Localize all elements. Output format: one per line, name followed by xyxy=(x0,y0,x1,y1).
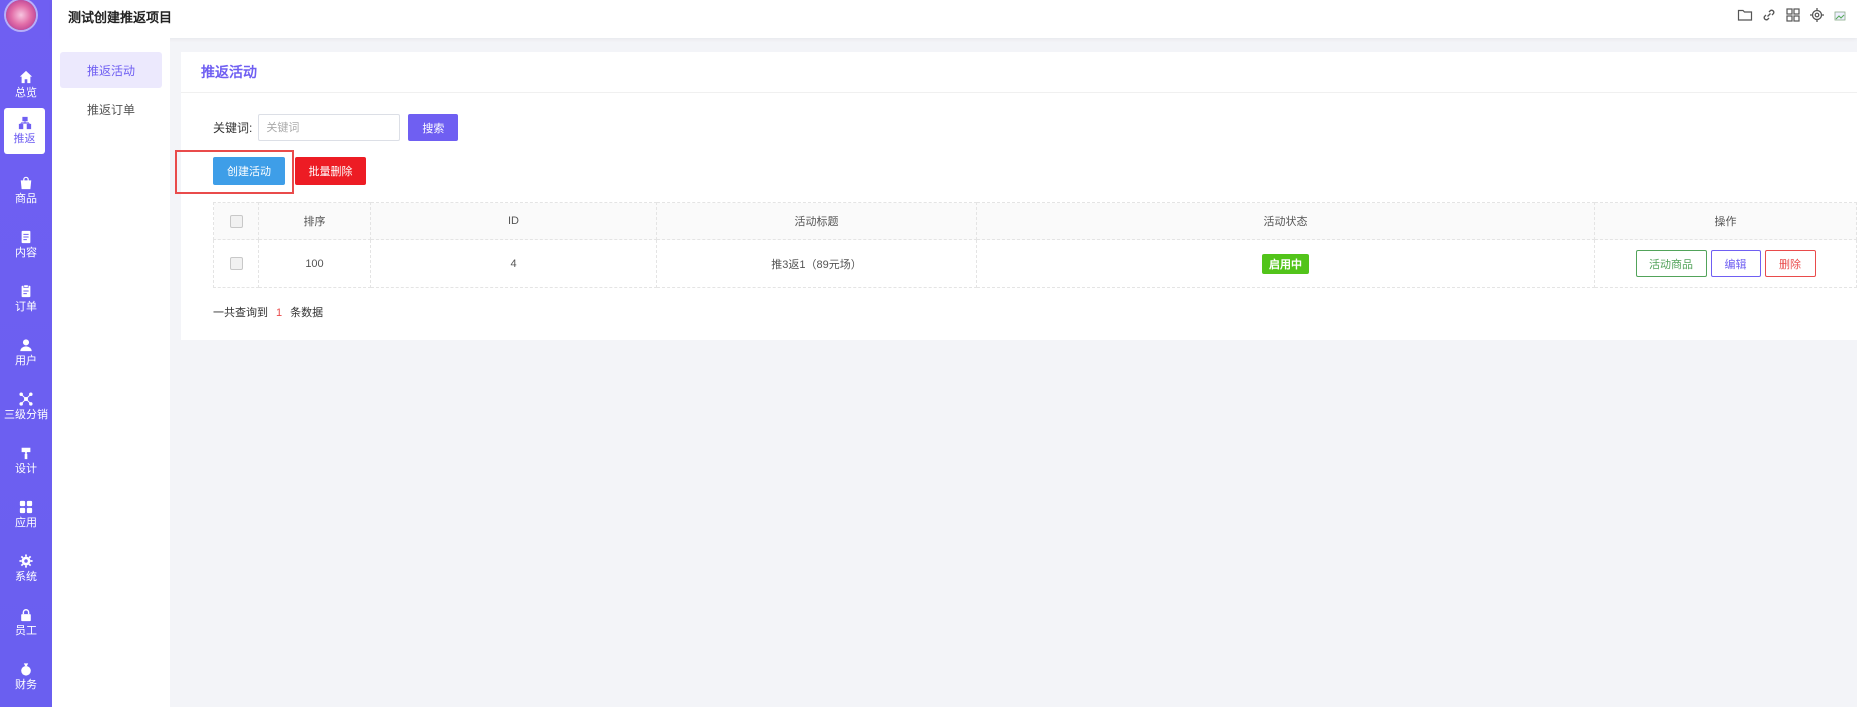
page-title: 测试创建推返项目 xyxy=(68,10,173,25)
avatar-image-icon[interactable] xyxy=(1833,7,1849,23)
document-icon xyxy=(21,230,31,244)
column-header-sort[interactable]: 排序 xyxy=(258,202,371,240)
rail-item-label: 用户 xyxy=(15,355,37,367)
rail-item-label: 员工 xyxy=(15,625,37,637)
moneybag-icon xyxy=(21,663,31,676)
cell-title: 推3返1（89元场） xyxy=(656,239,977,288)
activity-goods-button[interactable]: 活动商品 xyxy=(1635,250,1707,277)
summary-prefix: 一共查询到 xyxy=(213,307,268,319)
link-icon[interactable] xyxy=(1761,7,1777,23)
search-bar: 关键词: 搜索 xyxy=(213,114,459,141)
rail-item-label: 推返 xyxy=(13,133,36,145)
result-summary: 一共查询到 1 条数据 xyxy=(213,304,323,320)
rail-item-finance[interactable]: 财务 xyxy=(0,654,52,700)
column-header-actions: 操作 xyxy=(1594,202,1857,240)
main-nav-rail: 总览 推返 商品 内容 订单 用户 三级分销 设计 应用 系统 员工 财务 xyxy=(0,0,52,707)
rail-item-content[interactable]: 内容 xyxy=(0,222,52,268)
rail-item-users[interactable]: 用户 xyxy=(0,330,52,376)
network-icon xyxy=(19,392,33,406)
rail-item-label: 总览 xyxy=(15,87,37,99)
status-badge: 启用中 xyxy=(1262,253,1309,274)
bag-icon xyxy=(20,176,32,190)
activity-table: 排序 ID 活动标题 活动状态 操作 100 4 推3返1（89元场） 启用中 … xyxy=(213,202,1857,288)
user-icon xyxy=(20,339,32,352)
column-header-status[interactable]: 活动状态 xyxy=(976,202,1595,240)
search-label: 关键词: xyxy=(213,121,253,135)
app-logo[interactable] xyxy=(6,0,36,30)
lock-icon xyxy=(21,609,31,622)
rail-item-apps[interactable]: 应用 xyxy=(0,492,52,538)
highlight-annotation xyxy=(175,150,294,194)
cell-sort: 100 xyxy=(258,239,371,288)
rail-item-distribution[interactable]: 三级分销 xyxy=(0,384,52,430)
edit-button[interactable]: 编辑 xyxy=(1710,250,1761,277)
rail-item-label: 财务 xyxy=(15,679,37,691)
folder-icon[interactable] xyxy=(1737,7,1753,23)
activity-panel: 推返活动 关键词: 搜索 创建活动 批量删除 排序 ID 活动标题 活动状态 操… xyxy=(181,52,1857,340)
panel-title: 推返活动 xyxy=(181,52,1857,93)
search-button[interactable]: 搜索 xyxy=(408,114,459,141)
rail-item-label: 系统 xyxy=(15,571,37,583)
gear-icon xyxy=(19,554,33,568)
cell-id: 4 xyxy=(370,239,657,288)
header-toolbar xyxy=(1737,7,1849,23)
rail-item-goods[interactable]: 商品 xyxy=(0,168,52,214)
rail-item-staff[interactable]: 员工 xyxy=(0,600,52,646)
delete-button[interactable]: 删除 xyxy=(1764,250,1816,277)
summary-suffix: 条数据 xyxy=(290,307,324,319)
subnav-item-activities[interactable]: 推返活动 xyxy=(60,52,162,88)
result-count: 1 xyxy=(276,307,283,319)
rail-item-orders[interactable]: 订单 xyxy=(0,276,52,322)
rail-item-label: 订单 xyxy=(15,301,37,313)
row-checkbox[interactable] xyxy=(229,257,243,270)
column-header-id[interactable]: ID xyxy=(370,202,657,240)
referral-icon xyxy=(18,116,31,130)
rail-item-overview[interactable]: 总览 xyxy=(0,62,52,108)
table-row: 100 4 推3返1（89元场） 启用中 活动商品 编辑 删除 xyxy=(213,239,1857,288)
sub-navigation: 推返活动 推返订单 xyxy=(52,38,170,707)
select-all-checkbox[interactable] xyxy=(229,214,243,228)
table-header-row: 排序 ID 活动标题 活动状态 操作 xyxy=(213,202,1857,240)
cell-status: 启用中 xyxy=(976,239,1595,288)
row-select-cell xyxy=(213,239,259,288)
grid-icon[interactable] xyxy=(1785,7,1801,23)
top-header: 测试创建推返项目 xyxy=(52,0,1857,38)
cell-actions: 活动商品 编辑 删除 xyxy=(1594,239,1857,288)
rail-item-system[interactable]: 系统 xyxy=(0,546,52,592)
search-input[interactable] xyxy=(258,114,401,141)
brush-icon xyxy=(21,447,31,460)
rail-item-label: 商品 xyxy=(15,193,37,205)
rail-item-referral[interactable]: 推返 xyxy=(4,108,45,154)
column-header-title[interactable]: 活动标题 xyxy=(656,202,977,240)
rail-item-design[interactable]: 设计 xyxy=(0,438,52,484)
home-icon xyxy=(19,70,33,84)
settings-icon[interactable] xyxy=(1809,7,1825,23)
rail-item-label: 应用 xyxy=(15,517,37,529)
clipboard-icon xyxy=(21,284,31,298)
select-all-cell xyxy=(213,202,259,240)
rail-item-label: 内容 xyxy=(15,247,37,259)
subnav-item-orders[interactable]: 推返订单 xyxy=(60,91,162,127)
batch-delete-button[interactable]: 批量删除 xyxy=(295,157,366,185)
rail-item-label: 三级分销 xyxy=(4,409,48,421)
rail-item-label: 设计 xyxy=(15,463,37,475)
apps-icon xyxy=(19,500,33,514)
